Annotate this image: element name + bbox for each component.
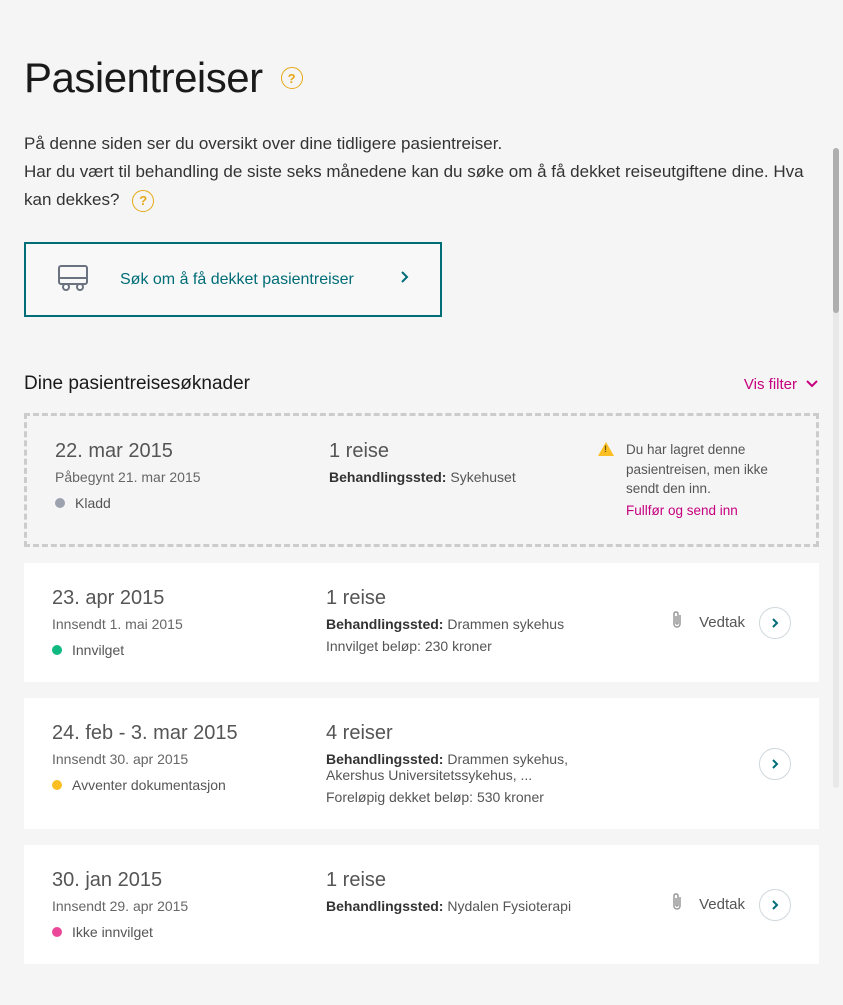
paperclip-icon xyxy=(669,610,685,635)
scrollbar[interactable] xyxy=(833,148,839,788)
complete-link[interactable]: Fullfør og send inn xyxy=(626,501,788,521)
card-amount: Innvilget beløp: 230 kroner xyxy=(326,638,592,654)
status-text: Avventer dokumentasjon xyxy=(72,777,226,793)
filter-label: Vis filter xyxy=(744,376,797,393)
draft-message-text: Du har lagret denne pasientreisen, men i… xyxy=(626,442,768,496)
help-icon[interactable]: ? xyxy=(281,67,303,89)
card-date: 22. mar 2015 xyxy=(55,440,305,463)
card-date: 24. feb - 3. mar 2015 xyxy=(52,722,302,745)
card-status: Innvilget xyxy=(52,642,302,658)
status-text: Ikke innvilget xyxy=(72,924,153,940)
application-card[interactable]: 23. apr 2015 Innsendt 1. mai 2015 Innvil… xyxy=(24,563,819,682)
draft-message: Du har lagret denne pasientreisen, men i… xyxy=(626,440,788,520)
location-label: Behandlingssted: xyxy=(326,616,443,632)
application-card[interactable]: 30. jan 2015 Innsendt 29. apr 2015 Ikke … xyxy=(24,845,819,964)
card-subdate: Innsendt 29. apr 2015 xyxy=(52,898,302,914)
attachment-label: Vedtak xyxy=(699,614,745,631)
card-location: Behandlingssted: Drammen sykehus, Akersh… xyxy=(326,751,592,783)
card-status: Ikke innvilget xyxy=(52,924,302,940)
cards-list: 22. mar 2015 Påbegynt 21. mar 2015 Kladd… xyxy=(24,413,819,964)
card-trips: 4 reiser xyxy=(326,722,592,745)
card-location: Behandlingssted: Nydalen Fysioterapi xyxy=(326,898,592,914)
card-amount: Foreløpig dekket beløp: 530 kroner xyxy=(326,789,592,805)
application-card[interactable]: 24. feb - 3. mar 2015 Innsendt 30. apr 2… xyxy=(24,698,819,829)
chevron-down-icon xyxy=(805,376,819,393)
filter-toggle[interactable]: Vis filter xyxy=(744,376,819,393)
scrollbar-thumb[interactable] xyxy=(833,148,839,313)
location-value: Drammen sykehus xyxy=(447,616,564,632)
location-label: Behandlingssted: xyxy=(329,469,446,485)
warning-icon xyxy=(598,442,614,456)
help-icon[interactable]: ? xyxy=(132,190,154,212)
card-date: 23. apr 2015 xyxy=(52,587,302,610)
card-location: Behandlingssted: Sykehuset xyxy=(329,469,574,485)
status-dot-icon xyxy=(52,927,62,937)
location-label: Behandlingssted: xyxy=(326,898,443,914)
expand-button[interactable] xyxy=(759,889,791,921)
card-status: Avventer dokumentasjon xyxy=(52,777,302,793)
apply-button[interactable]: Søk om å få dekket pasientreiser xyxy=(24,242,442,317)
card-trips: 1 reise xyxy=(326,587,592,610)
expand-button[interactable] xyxy=(759,607,791,639)
status-text: Innvilget xyxy=(72,642,124,658)
card-location: Behandlingssted: Drammen sykehus xyxy=(326,616,592,632)
location-label: Behandlingssted: xyxy=(326,751,443,767)
expand-button[interactable] xyxy=(759,748,791,780)
page-title: Pasientreiser xyxy=(24,54,263,102)
paperclip-icon xyxy=(669,892,685,917)
card-trips: 1 reise xyxy=(329,440,574,463)
card-date: 30. jan 2015 xyxy=(52,869,302,892)
attachment-label: Vedtak xyxy=(699,896,745,913)
location-value: Sykehuset xyxy=(450,469,515,485)
card-subdate: Påbegynt 21. mar 2015 xyxy=(55,469,305,485)
application-card-draft[interactable]: 22. mar 2015 Påbegynt 21. mar 2015 Kladd… xyxy=(24,413,819,547)
intro-line1: På denne siden ser du oversikt over dine… xyxy=(24,134,502,153)
status-text: Kladd xyxy=(75,495,111,511)
card-status: Kladd xyxy=(55,495,305,511)
chevron-right-icon xyxy=(400,270,410,289)
apply-label: Søk om å få dekket pasientreiser xyxy=(120,271,354,289)
card-subdate: Innsendt 30. apr 2015 xyxy=(52,751,302,767)
location-value: Nydalen Fysioterapi xyxy=(447,898,571,914)
intro-text: På denne siden ser du oversikt over dine… xyxy=(24,130,819,214)
bus-icon xyxy=(56,262,90,297)
status-dot-icon xyxy=(55,498,65,508)
status-dot-icon xyxy=(52,645,62,655)
card-trips: 1 reise xyxy=(326,869,592,892)
card-subdate: Innsendt 1. mai 2015 xyxy=(52,616,302,632)
status-dot-icon xyxy=(52,780,62,790)
section-title: Dine pasientreisesøknader xyxy=(24,373,250,395)
